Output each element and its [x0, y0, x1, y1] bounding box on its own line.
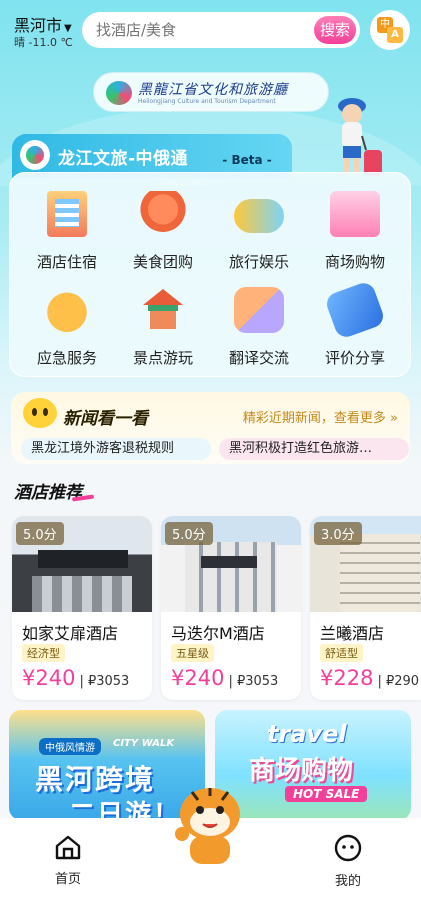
- news-title: 新闻看一看: [63, 409, 148, 429]
- hotel-card[interactable]: 3.0分 兰曦酒店 舒适型 ¥228 | ₽290: [310, 516, 421, 700]
- hotel-score: 5.0分: [165, 522, 213, 545]
- game-controller-icon: [234, 199, 284, 233]
- hotel-name: 如家艾扉酒店: [22, 624, 119, 643]
- hotel-price: ¥240 | ₽3053: [171, 666, 278, 690]
- nav-home-label: 首页: [54, 872, 81, 887]
- pencil-notebook-icon: [323, 279, 387, 341]
- hotel-badge: 舒适型: [320, 644, 363, 662]
- promo-tag: 中俄风情游: [39, 738, 101, 755]
- price-rub: | ₽290: [377, 674, 420, 689]
- hotel-card[interactable]: 5.0分 如家艾扉酒店 经济型 ¥240 | ₽3053: [12, 516, 152, 700]
- caret-down-icon[interactable]: ▼: [64, 23, 72, 34]
- city-selector[interactable]: 黑河市 ▼: [14, 12, 72, 36]
- translate-button[interactable]: 中 A: [370, 10, 410, 50]
- food-bowl-icon: [138, 191, 188, 237]
- promo-sale-tag: HOT SALE: [285, 786, 368, 802]
- top-header: 黑河市▼ 晴 -11.0 ℃ 搜索 中 A: [0, 8, 421, 56]
- nav-home[interactable]: 首页: [38, 834, 98, 887]
- news-item[interactable]: 黑河积极打造红色旅游…: [219, 438, 409, 460]
- weather-text: 晴 -11.0 ℃: [14, 36, 73, 49]
- news-item[interactable]: 黑龙江境外游客退税规则: [21, 438, 211, 460]
- hotel-badge: 经济型: [22, 644, 65, 662]
- hotel-score: 3.0分: [314, 522, 362, 545]
- hotel-card[interactable]: 5.0分 马迭尔M酒店 五星级 ¥240 | ₽3053: [161, 516, 301, 700]
- price-rub: | ₽3053: [228, 674, 279, 689]
- services-title: 龙江文旅-中俄通: [58, 149, 189, 169]
- price-cny: ¥240: [171, 666, 225, 690]
- hotel-building-icon: [47, 191, 87, 237]
- hotel-name: 马迭尔M酒店: [171, 624, 265, 643]
- tourism-emblem-icon: [106, 81, 132, 105]
- service-label: 景点游玩: [132, 349, 193, 367]
- translate-bubble-icon: [234, 287, 284, 333]
- smiley-face-icon: [23, 398, 57, 428]
- price-cny: ¥240: [22, 666, 76, 690]
- hotel-badge: 五星级: [171, 644, 214, 662]
- nav-mine-label: 我的: [334, 874, 361, 889]
- hotel-photo: 5.0分: [12, 516, 152, 612]
- tourism-emblem-icon: [20, 140, 50, 170]
- shopping-bag-icon: [330, 191, 380, 237]
- service-hotel[interactable]: 酒店住宿: [22, 191, 112, 281]
- hotel-section-title: 酒店推荐: [14, 478, 82, 503]
- promo-travel-text: travel: [267, 720, 347, 748]
- hotel-price: ¥228 | ₽290: [320, 666, 419, 690]
- price-rub: | ₽3053: [79, 674, 130, 689]
- service-translate[interactable]: 翻译交流: [214, 287, 304, 377]
- hotel-score: 5.0分: [16, 522, 64, 545]
- tiger-mascot-icon[interactable]: [170, 778, 250, 868]
- service-entertainment[interactable]: 旅行娱乐: [214, 191, 304, 281]
- services-card: 酒店住宿 美食团购 旅行娱乐 商场购物 应急服务 景点游玩 翻译交流 评价分享: [9, 172, 411, 377]
- logo-subtext: Heilongjiang Culture and Tourism Departm…: [138, 98, 276, 105]
- price-cny: ¥228: [320, 666, 374, 690]
- hotel-photo: 5.0分: [161, 516, 301, 612]
- hotel-name: 兰曦酒店: [320, 624, 385, 643]
- service-label: 美食团购: [132, 253, 193, 271]
- news-more-link[interactable]: 精彩近期新闻，查看更多 »: [243, 407, 398, 426]
- service-food[interactable]: 美食团购: [118, 191, 208, 281]
- home-icon: [55, 835, 81, 860]
- news-section: 新闻看一看 精彩近期新闻，查看更多 » 黑龙江境外游客退税规则 黑河积极打造红色…: [11, 392, 410, 464]
- profile-face-icon: [334, 834, 362, 862]
- tourism-logo-pill: 黑龍江省文化和旅游廳 Heilongjiang Culture and Tour…: [93, 72, 329, 112]
- nav-mine[interactable]: 我的: [318, 834, 378, 889]
- city-name[interactable]: 黑河市: [14, 16, 62, 35]
- service-review[interactable]: 评价分享: [310, 279, 400, 377]
- service-emergency[interactable]: 应急服务: [22, 287, 112, 377]
- promo-headline: 黑河跨境: [35, 763, 156, 796]
- beta-label: - Beta -: [222, 153, 272, 167]
- logo-text: 黑龍江省文化和旅游廳: [138, 82, 288, 98]
- service-label: 应急服务: [36, 349, 97, 367]
- promo-shop-headline: 商场购物: [249, 756, 354, 786]
- pavilion-icon: [138, 287, 188, 333]
- service-label: 旅行娱乐: [228, 253, 289, 271]
- promo-citywalk: CITY WALK: [113, 738, 175, 749]
- promo-headline-2: 二日游！: [69, 800, 182, 820]
- search-bar[interactable]: 搜索: [82, 12, 360, 48]
- service-label: 翻译交流: [228, 349, 289, 367]
- service-label: 评价分享: [324, 349, 385, 367]
- service-attractions[interactable]: 景点游玩: [118, 287, 208, 377]
- hotel-price: ¥240 | ₽3053: [22, 666, 129, 690]
- alarm-bell-icon: [42, 287, 92, 333]
- service-shopping[interactable]: 商场购物: [310, 191, 400, 281]
- hotel-photo: 3.0分: [310, 516, 421, 612]
- service-label: 商场购物: [324, 253, 385, 271]
- service-label: 酒店住宿: [36, 253, 97, 271]
- search-button[interactable]: 搜索: [314, 16, 356, 44]
- translate-icon-a: A: [387, 27, 403, 43]
- search-input[interactable]: [96, 12, 296, 48]
